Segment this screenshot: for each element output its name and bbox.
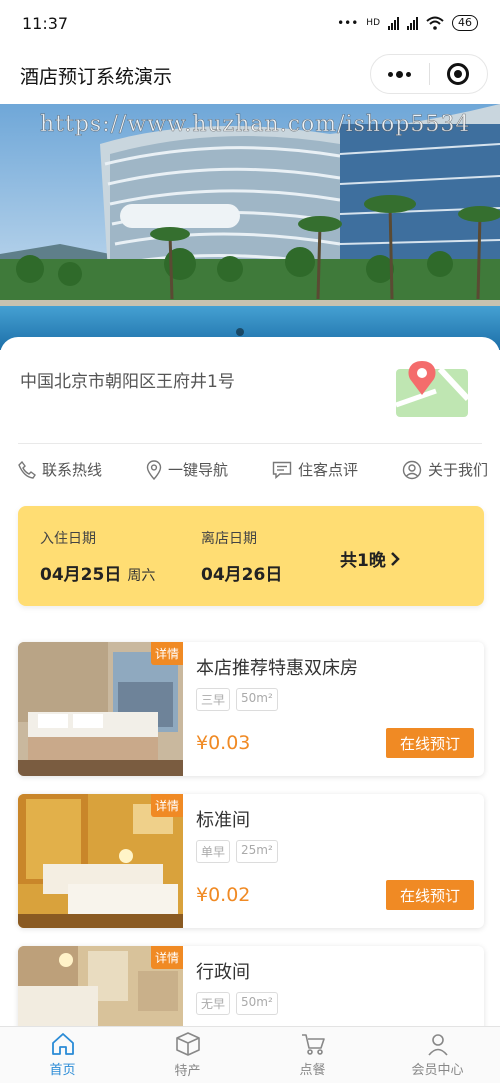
checkout-date: 04月26日 xyxy=(201,565,283,585)
user-icon xyxy=(402,460,422,479)
room-price: ¥0.02 xyxy=(196,884,251,906)
room-photo[interactable]: 详情 xyxy=(18,642,183,776)
status-time: 11:37 xyxy=(22,13,69,33)
checkout-block[interactable]: 离店日期 04月26日 xyxy=(201,528,282,585)
bottom-tab-bar: 首页 特产 点餐 会员中心 xyxy=(0,1026,500,1083)
room-name: 本店推荐特惠双床房 xyxy=(196,658,358,679)
tab-home-label: 首页 xyxy=(49,1063,76,1078)
hotel-actions: 联系热线 一键导航 住客点评 关于我们 xyxy=(18,459,488,480)
network-type: HD xyxy=(366,18,380,28)
checkout-label: 离店日期 xyxy=(201,531,257,547)
detail-tag[interactable]: 详情 xyxy=(150,794,183,817)
action-reviews[interactable]: 住客点评 xyxy=(272,459,358,480)
nav-bar: 酒店预订系统演示 xyxy=(0,46,500,104)
tab-order-food-label: 点餐 xyxy=(299,1063,326,1078)
comment-icon xyxy=(272,461,292,479)
info-divider xyxy=(18,443,482,444)
checkin-block[interactable]: 入住日期 04月25日 周六 xyxy=(40,528,155,585)
person-icon xyxy=(427,1034,448,1056)
banner-indicator-dot xyxy=(236,328,244,336)
tab-member-center-label: 会员中心 xyxy=(411,1063,464,1078)
action-navigation[interactable]: 一键导航 xyxy=(146,459,228,480)
box-icon xyxy=(175,1032,200,1056)
hotel-address: 中国北京市朝阳区王府井1号 xyxy=(20,372,235,392)
room-card[interactable]: 详情 本店推荐特惠双床房 三早 50m² ¥0.03 在线预订 xyxy=(18,642,484,776)
area-tag: 50m² xyxy=(236,688,278,711)
area-tag: 50m² xyxy=(236,992,278,1015)
room-tags: 单早 25m² xyxy=(196,840,278,863)
mini-program-capsule xyxy=(370,54,488,94)
cart-icon xyxy=(301,1034,325,1055)
breakfast-tag: 无早 xyxy=(196,992,231,1015)
wifi-icon xyxy=(426,16,444,30)
hotel-info-card: 中国北京市朝阳区王府井1号 联系热线 一键导航 住客点评 关于我们 xyxy=(0,337,500,507)
checkin-label: 入住日期 xyxy=(40,531,96,547)
action-about[interactable]: 关于我们 xyxy=(402,459,488,480)
signal-icon xyxy=(388,16,399,30)
room-price: ¥0.03 xyxy=(196,732,251,754)
checkin-date-row: 04月25日 周六 xyxy=(40,560,155,585)
tab-home[interactable]: 首页 xyxy=(0,1027,125,1083)
book-online-button[interactable]: 在线预订 xyxy=(386,728,474,758)
signal-icon-2 xyxy=(407,16,418,30)
more-icon xyxy=(388,70,412,78)
status-icons: ••• HD 46 xyxy=(337,15,478,31)
banner-image xyxy=(0,104,500,350)
room-tags: 无早 50m² xyxy=(196,992,278,1015)
detail-tag[interactable]: 详情 xyxy=(150,946,183,969)
breakfast-tag: 单早 xyxy=(196,840,231,863)
action-hotline[interactable]: 联系热线 xyxy=(18,459,102,480)
phone-icon xyxy=(18,460,36,479)
checkin-weekday: 周六 xyxy=(127,568,156,584)
action-about-label: 关于我们 xyxy=(427,461,488,479)
action-hotline-label: 联系热线 xyxy=(42,461,103,479)
room-name: 标准间 xyxy=(196,810,250,831)
room-tags: 三早 50m² xyxy=(196,688,278,711)
hotel-banner[interactable]: https://www.huzhan.com/ishop5534 xyxy=(0,104,500,350)
room-name: 行政间 xyxy=(196,962,250,983)
page: 11:37 ••• HD 46 酒店预订系统演示 https://www.huz… xyxy=(0,0,500,1083)
action-reviews-label: 住客点评 xyxy=(297,461,358,479)
tab-member-center[interactable]: 会员中心 xyxy=(375,1027,500,1083)
tab-order-food[interactable]: 点餐 xyxy=(250,1027,375,1083)
book-online-button[interactable]: 在线预订 xyxy=(386,880,474,910)
battery-icon: 46 xyxy=(452,15,478,31)
page-title: 酒店预订系统演示 xyxy=(20,65,173,88)
nights-label: 共1晚 xyxy=(340,551,386,571)
detail-tag[interactable]: 详情 xyxy=(150,642,183,665)
map-icon[interactable] xyxy=(396,361,468,417)
close-button[interactable] xyxy=(430,55,488,93)
more-dots-icon: ••• xyxy=(337,16,359,30)
location-icon xyxy=(146,459,162,480)
nights-count[interactable]: 共1晚 xyxy=(340,546,400,571)
chevron-right-icon xyxy=(390,551,400,566)
more-button[interactable] xyxy=(371,55,429,93)
tab-specialty[interactable]: 特产 xyxy=(125,1027,250,1083)
home-icon xyxy=(51,1033,74,1055)
breakfast-tag: 三早 xyxy=(196,688,231,711)
area-tag: 25m² xyxy=(236,840,278,863)
banner-watermark: https://www.huzhan.com/ishop5534 xyxy=(40,112,471,138)
room-photo[interactable]: 详情 xyxy=(18,794,183,928)
close-target-icon xyxy=(447,63,470,85)
checkin-date: 04月25日 xyxy=(40,565,122,585)
action-navigation-label: 一键导航 xyxy=(167,461,228,479)
room-card[interactable]: 详情 标准间 单早 25m² ¥0.02 在线预订 xyxy=(18,794,484,928)
date-selector[interactable]: 入住日期 04月25日 周六 离店日期 04月26日 共1晚 xyxy=(18,506,484,606)
status-bar: 11:37 ••• HD 46 xyxy=(0,0,500,46)
tab-specialty-label: 特产 xyxy=(174,1064,201,1079)
